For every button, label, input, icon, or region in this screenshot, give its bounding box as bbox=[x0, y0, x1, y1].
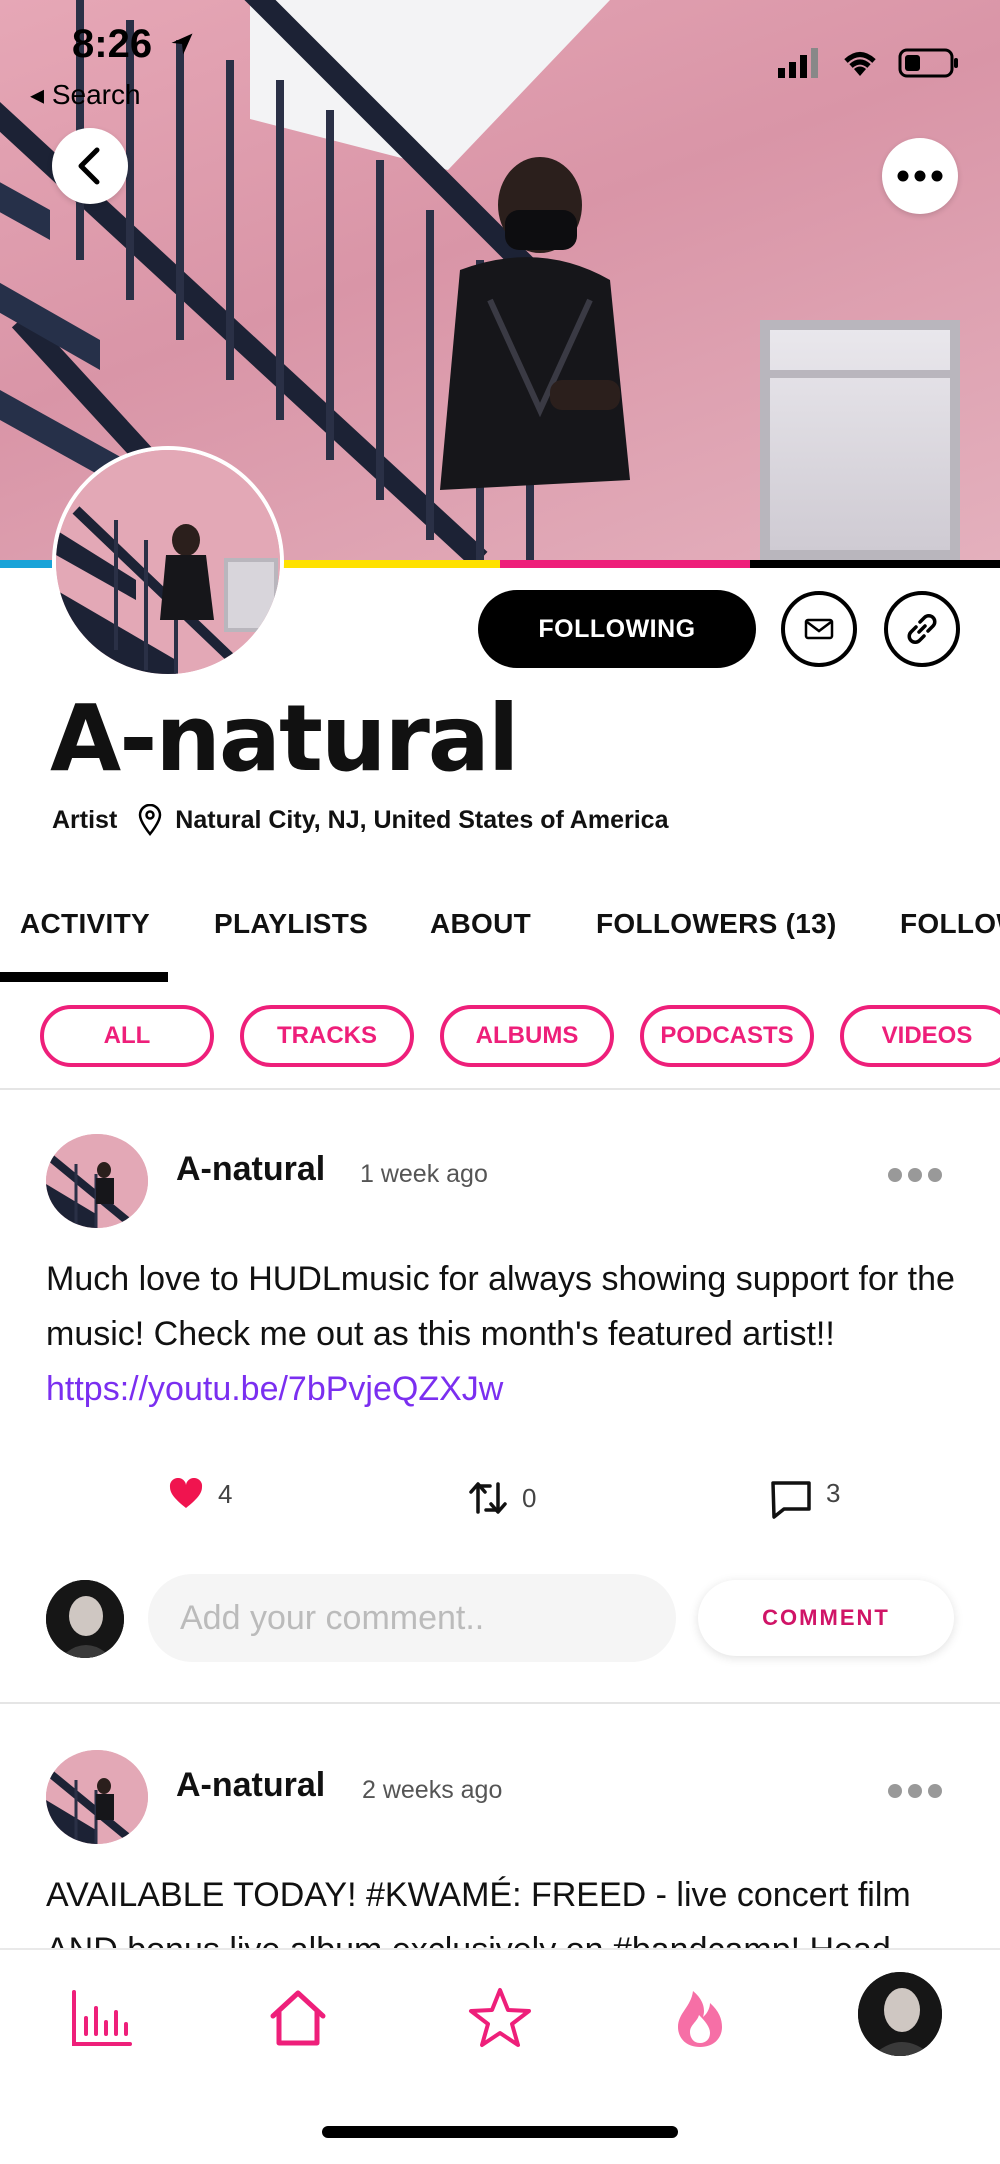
filter-albums[interactable]: ALBUMS bbox=[440, 1005, 614, 1067]
tab-following[interactable]: FOLLOW bbox=[900, 908, 1000, 940]
brand-strip-yellow bbox=[282, 560, 500, 568]
brand-strip-black bbox=[750, 560, 1000, 568]
post-time: 1 week ago bbox=[360, 1160, 488, 1188]
tab-about[interactable]: ABOUT bbox=[430, 908, 531, 940]
nav-home[interactable] bbox=[258, 1978, 338, 2058]
battery-icon bbox=[898, 48, 958, 78]
post-more-button[interactable] bbox=[888, 1784, 942, 1798]
brand-strip-pink bbox=[500, 560, 750, 568]
cover-window bbox=[760, 320, 960, 560]
back-button[interactable] bbox=[52, 128, 128, 204]
nav-trending[interactable] bbox=[660, 1978, 740, 2058]
tab-playlists[interactable]: PLAYLISTS bbox=[214, 908, 368, 940]
comment-count-button[interactable]: 3 bbox=[770, 1477, 841, 1520]
post-avatar[interactable] bbox=[46, 1134, 148, 1228]
status-time: 8:26 bbox=[72, 22, 153, 66]
repost-count: 0 bbox=[522, 1482, 537, 1513]
share-link-button[interactable] bbox=[884, 591, 960, 667]
home-indicator bbox=[322, 2126, 678, 2138]
filter-chips: ALL TRACKS ALBUMS PODCASTS VIDEOS bbox=[0, 1005, 1000, 1067]
chart-bars-icon bbox=[72, 1990, 132, 2046]
profile-avatar[interactable] bbox=[52, 446, 284, 678]
artist-location: Natural City, NJ, United States of Ameri… bbox=[175, 805, 669, 834]
post-divider bbox=[0, 1702, 1000, 1704]
filter-all[interactable]: ALL bbox=[40, 1005, 214, 1067]
status-back-link[interactable]: ◂ Search bbox=[30, 78, 141, 111]
location-pin-icon bbox=[139, 804, 162, 836]
repost-icon bbox=[469, 1482, 507, 1514]
following-button[interactable]: FOLLOWING bbox=[478, 590, 756, 668]
status-bar: 8:26 ◂ Search bbox=[0, 0, 1000, 110]
envelope-icon bbox=[804, 618, 834, 640]
home-icon bbox=[270, 1990, 326, 2046]
heart-icon bbox=[169, 1478, 203, 1508]
filter-podcasts[interactable]: PODCASTS bbox=[640, 1005, 814, 1067]
cover-person bbox=[440, 157, 630, 490]
post-author[interactable]: A-natural bbox=[176, 1150, 325, 1189]
artist-meta: Artist Natural City, NJ, United States o… bbox=[52, 804, 668, 836]
message-button[interactable] bbox=[781, 591, 857, 667]
post-author[interactable]: A-natural bbox=[176, 1766, 325, 1805]
link-icon bbox=[907, 614, 937, 644]
chevron-left-icon bbox=[78, 147, 100, 185]
bottom-nav bbox=[0, 1948, 1000, 2164]
location-arrow-icon bbox=[168, 30, 196, 63]
post-text: AVAILABLE TODAY! #KWAMÉ: FREED - live co… bbox=[46, 1876, 911, 1948]
wifi-icon bbox=[844, 52, 876, 76]
post-time: 2 weeks ago bbox=[362, 1776, 503, 1804]
comment-count: 3 bbox=[826, 1477, 841, 1508]
post-link[interactable]: https://youtu.be/7bPvjeQZXJw bbox=[46, 1370, 503, 1408]
repost-button[interactable]: 0 bbox=[468, 1478, 536, 1518]
nav-profile-avatar[interactable] bbox=[858, 1972, 942, 2056]
nav-charts[interactable] bbox=[62, 1978, 142, 2058]
filter-tracks[interactable]: TRACKS bbox=[240, 1005, 414, 1067]
star-icon bbox=[469, 1988, 531, 2047]
artist-role: Artist bbox=[52, 805, 118, 834]
like-count: 4 bbox=[218, 1478, 233, 1509]
flame-icon bbox=[678, 1991, 722, 2047]
like-button[interactable]: 4 bbox=[168, 1478, 232, 1510]
more-options-button[interactable] bbox=[882, 138, 958, 214]
my-avatar[interactable] bbox=[46, 1580, 124, 1658]
signal-icon bbox=[778, 48, 818, 78]
tab-followers[interactable]: FOLLOWERS (13) bbox=[596, 908, 837, 940]
filter-videos[interactable]: VIDEOS bbox=[840, 1005, 1000, 1067]
post-avatar[interactable] bbox=[46, 1750, 148, 1844]
nav-favorites[interactable] bbox=[460, 1978, 540, 2058]
post-body: Much love to HUDLmusic for always showin… bbox=[46, 1252, 966, 1417]
tab-activity[interactable]: ACTIVITY bbox=[20, 908, 150, 940]
post-text: Much love to HUDLmusic for always showin… bbox=[46, 1260, 955, 1353]
active-tab-indicator bbox=[0, 972, 168, 982]
feed-divider-top bbox=[0, 1088, 1000, 1090]
status-icons bbox=[778, 48, 960, 78]
speech-bubble-icon bbox=[771, 1481, 811, 1519]
comment-input[interactable]: Add your comment.. bbox=[148, 1574, 676, 1662]
post-more-button[interactable] bbox=[888, 1168, 942, 1182]
comment-button[interactable]: COMMENT bbox=[698, 1580, 954, 1656]
brand-strip-blue bbox=[0, 560, 52, 568]
profile-avatar-image bbox=[56, 450, 280, 674]
ellipsis-icon bbox=[897, 170, 943, 182]
artist-name: A-natural bbox=[50, 685, 519, 792]
